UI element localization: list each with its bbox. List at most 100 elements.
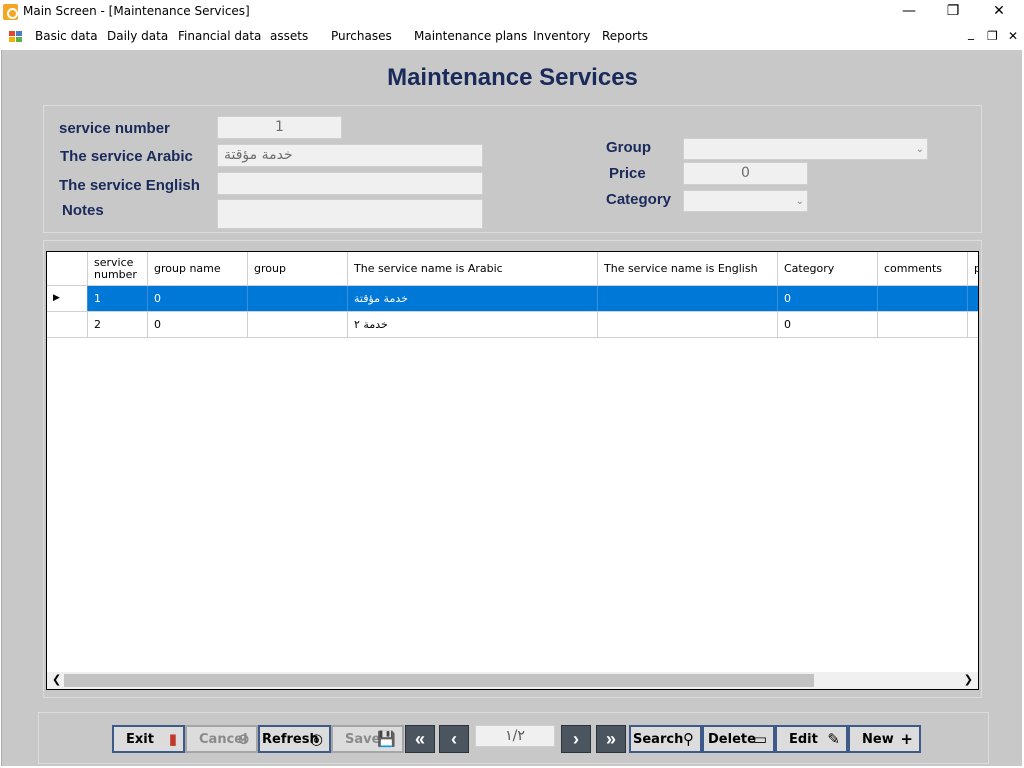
column-header[interactable]: Category bbox=[778, 252, 878, 285]
service-number-field[interactable]: 1 bbox=[217, 116, 342, 139]
services-grid[interactable]: service number group name group The serv… bbox=[46, 251, 979, 690]
scrollbar-thumb[interactable] bbox=[64, 674, 814, 687]
refresh-button[interactable]: Refresh ◎ bbox=[258, 725, 331, 753]
cell-service-number[interactable]: 1 bbox=[88, 286, 148, 311]
delete-button[interactable]: Delete ▭ bbox=[702, 725, 775, 753]
group-combobox[interactable]: ⌄ bbox=[683, 138, 928, 160]
price-field[interactable]: 0 bbox=[683, 162, 808, 185]
row-selector-icon[interactable]: ▶ bbox=[47, 286, 88, 311]
cell-comments[interactable] bbox=[878, 312, 968, 337]
menu-maintenance-plans[interactable]: Maintenance plans bbox=[414, 29, 527, 43]
column-header[interactable]: comments bbox=[878, 252, 968, 285]
refresh-icon: ◎ bbox=[309, 730, 323, 748]
column-header[interactable]: group name bbox=[148, 252, 248, 285]
search-icon: ⚲ bbox=[683, 730, 694, 748]
exit-icon: ▮ bbox=[168, 730, 177, 748]
title-bar: Main Screen - [Maintenance Services] — ❐… bbox=[0, 0, 1024, 24]
mdi-minimize-button[interactable]: _ bbox=[968, 26, 974, 40]
service-english-label: The service English bbox=[59, 177, 200, 194]
menu-basic-data[interactable]: Basic data bbox=[35, 29, 98, 43]
exit-button[interactable]: Exit ▮ bbox=[112, 725, 185, 753]
menu-bar: Basic data Daily data Financial data ass… bbox=[0, 24, 1024, 48]
save-icon: 💾 bbox=[377, 730, 396, 748]
new-button[interactable]: New + bbox=[848, 725, 921, 753]
new-label: New bbox=[862, 732, 894, 747]
cell-name-english[interactable] bbox=[598, 312, 778, 337]
cell-group[interactable] bbox=[248, 312, 348, 337]
group-label: Group bbox=[606, 139, 651, 156]
save-label: Save bbox=[345, 732, 381, 747]
edit-button[interactable]: Edit ✎ bbox=[775, 725, 848, 753]
trash-icon: ▭ bbox=[752, 730, 767, 748]
menu-assets[interactable]: assets bbox=[270, 29, 308, 43]
scroll-right-icon[interactable]: ❯ bbox=[964, 673, 973, 686]
price-label: Price bbox=[609, 165, 646, 182]
menu-daily-data[interactable]: Daily data bbox=[107, 29, 168, 43]
cell-p[interactable] bbox=[968, 286, 978, 311]
table-row[interactable]: 2 0 خدمة ٢ 0 bbox=[47, 312, 978, 338]
notes-label: Notes bbox=[62, 202, 104, 219]
service-arabic-label: The service Arabic bbox=[60, 148, 193, 165]
page-title: Maintenance Services bbox=[387, 64, 638, 91]
mdi-restore-button[interactable]: ❐ bbox=[987, 29, 998, 43]
category-combobox[interactable]: ⌄ bbox=[683, 190, 808, 212]
page-indicator: ١/٢ bbox=[475, 725, 555, 747]
menu-purchases[interactable]: Purchases bbox=[331, 29, 392, 43]
window-title: Main Screen - [Maintenance Services] bbox=[23, 4, 250, 18]
restore-button[interactable]: ❐ bbox=[930, 0, 976, 24]
mdi-close-button[interactable]: ✕ bbox=[1008, 29, 1018, 43]
column-header[interactable]: service number bbox=[88, 252, 148, 285]
service-number-label: service number bbox=[59, 120, 170, 137]
scroll-left-icon[interactable]: ❮ bbox=[52, 673, 61, 686]
form-area: Maintenance Services service number 1 Th… bbox=[1, 50, 1022, 766]
pencil-icon: ✎ bbox=[827, 730, 840, 748]
cell-name-arabic[interactable]: خدمة ٢ bbox=[348, 312, 598, 337]
save-button[interactable]: Save 💾 bbox=[331, 725, 404, 753]
notes-field[interactable] bbox=[217, 199, 483, 229]
column-header[interactable]: p bbox=[968, 252, 978, 285]
cell-comments[interactable] bbox=[878, 286, 968, 311]
grid-panel: service number group name group The serv… bbox=[43, 240, 982, 698]
service-english-field[interactable] bbox=[217, 172, 483, 195]
toolbar: Exit ▮ Cancel ⊘ Refresh ◎ Save 💾 « ‹ ١/٢… bbox=[38, 712, 989, 764]
minimize-button[interactable]: — bbox=[886, 0, 932, 24]
app-icon bbox=[3, 4, 18, 20]
cell-service-number[interactable]: 2 bbox=[88, 312, 148, 337]
cancel-icon: ⊘ bbox=[237, 730, 250, 748]
search-button[interactable]: Search ⚲ bbox=[629, 725, 702, 753]
cell-group-name[interactable]: 0 bbox=[148, 312, 248, 337]
delete-label: Delete bbox=[708, 732, 756, 747]
row-header-corner bbox=[47, 252, 88, 285]
menu-financial-data[interactable]: Financial data bbox=[178, 29, 261, 43]
previous-record-button[interactable]: ‹ bbox=[439, 725, 469, 753]
cell-name-english[interactable] bbox=[598, 286, 778, 311]
table-row[interactable]: ▶ 1 0 خدمة مؤقتة 0 bbox=[47, 286, 978, 312]
first-record-button[interactable]: « bbox=[405, 725, 435, 753]
last-record-button[interactable]: » bbox=[596, 725, 626, 753]
close-button[interactable]: ✕ bbox=[976, 0, 1022, 24]
column-header[interactable]: The service name is English bbox=[598, 252, 778, 285]
mdi-child-icon[interactable] bbox=[9, 31, 23, 43]
cell-group-name[interactable]: 0 bbox=[148, 286, 248, 311]
edit-label: Edit bbox=[789, 732, 818, 747]
service-arabic-field[interactable]: خدمة مؤقتة bbox=[217, 144, 483, 167]
cell-name-arabic[interactable]: خدمة مؤقتة bbox=[348, 286, 598, 311]
cell-group[interactable] bbox=[248, 286, 348, 311]
cancel-button[interactable]: Cancel ⊘ bbox=[185, 725, 258, 753]
grid-header: service number group name group The serv… bbox=[47, 252, 978, 286]
menu-reports[interactable]: Reports bbox=[602, 29, 648, 43]
row-selector[interactable] bbox=[47, 312, 88, 337]
search-label: Search bbox=[633, 732, 684, 747]
horizontal-scrollbar[interactable]: ❮ ❯ bbox=[47, 672, 978, 689]
menu-inventory[interactable]: Inventory bbox=[533, 29, 590, 43]
cell-category[interactable]: 0 bbox=[778, 312, 878, 337]
plus-icon: + bbox=[900, 730, 913, 748]
column-header[interactable]: group bbox=[248, 252, 348, 285]
cell-p[interactable] bbox=[968, 312, 978, 337]
next-record-button[interactable]: › bbox=[561, 725, 591, 753]
chevron-down-icon[interactable]: ⌄ bbox=[796, 191, 804, 212]
column-header[interactable]: The service name is Arabic bbox=[348, 252, 598, 285]
input-panel: service number 1 The service Arabic خدمة… bbox=[43, 105, 982, 233]
cell-category[interactable]: 0 bbox=[778, 286, 878, 311]
chevron-down-icon[interactable]: ⌄ bbox=[916, 139, 924, 160]
